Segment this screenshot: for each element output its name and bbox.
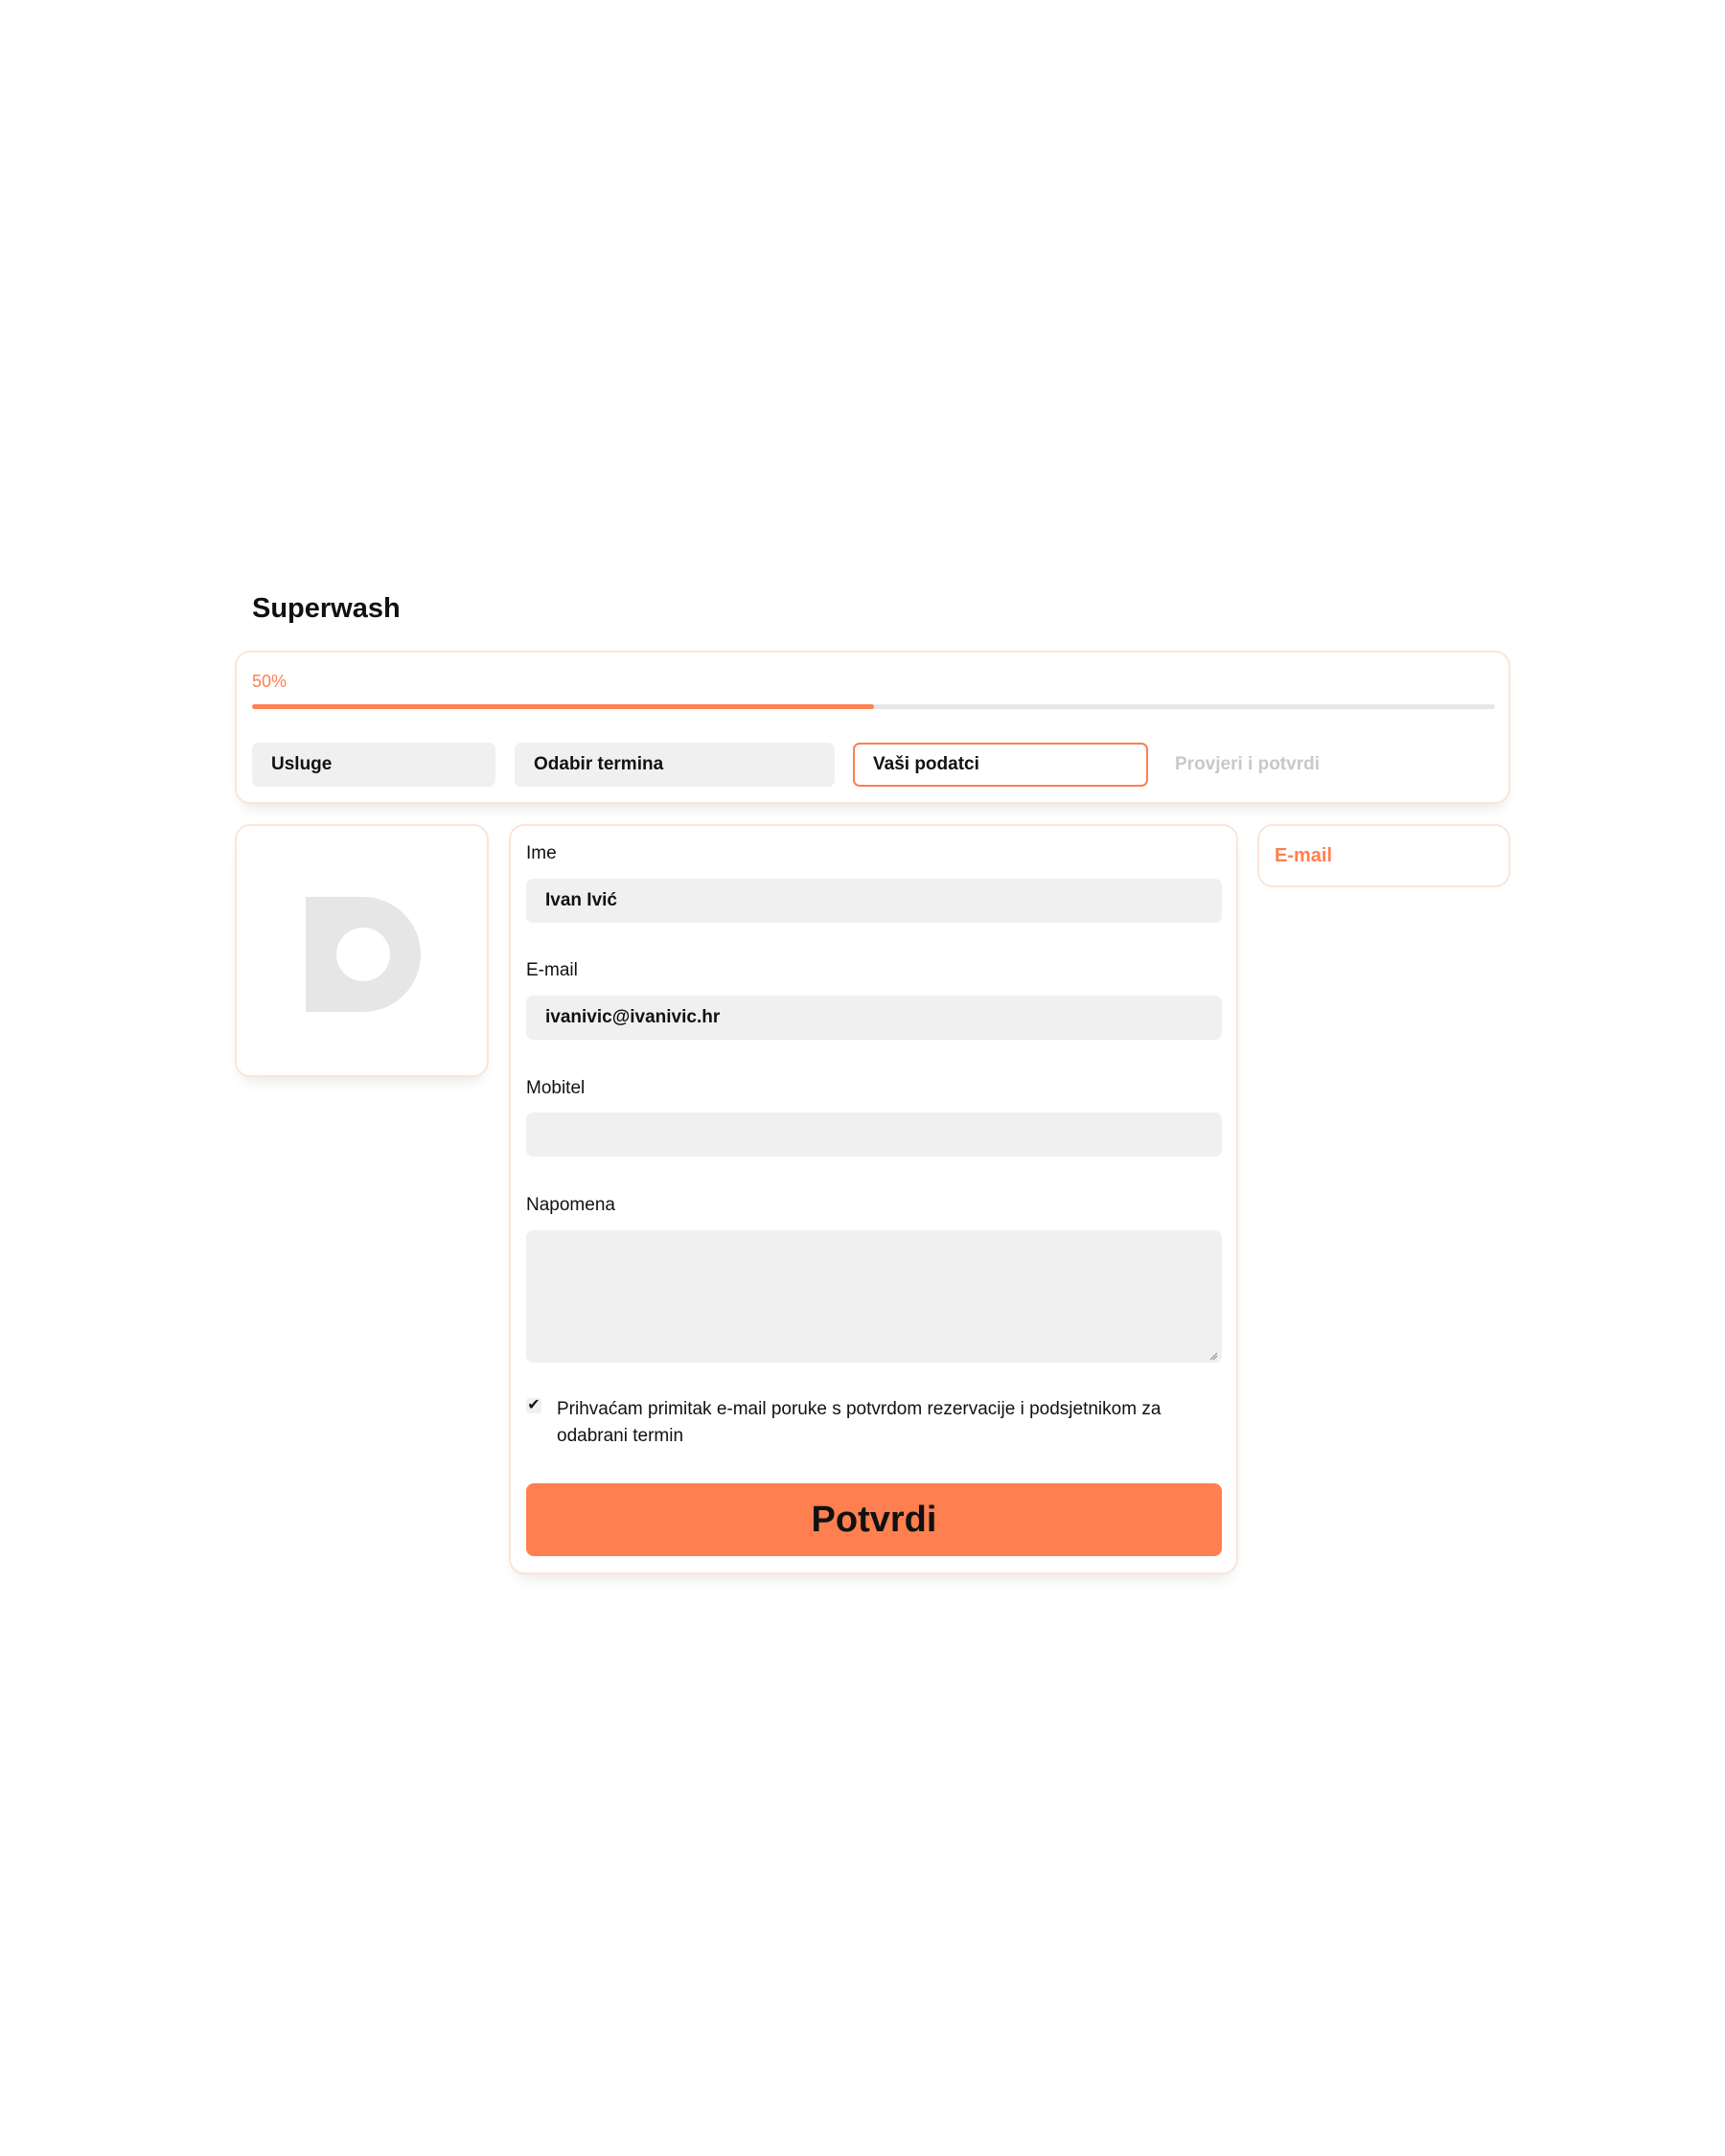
note-field[interactable] — [526, 1230, 1222, 1363]
name-field[interactable] — [526, 879, 1222, 923]
mobile-label: Mobitel — [526, 1078, 586, 1098]
contact-card[interactable]: E-mail — [1257, 824, 1510, 887]
mobile-field[interactable] — [526, 1112, 1222, 1157]
submit-button[interactable]: Potvrdi — [526, 1483, 1222, 1556]
customer-details-form: Ime E-mail Mobitel Napomena ✔ Prihvaćam … — [509, 824, 1238, 1574]
step-provjeri-i-potvrdi: Provjeri i potvrdi — [1175, 754, 1320, 774]
step-vasi-podatci[interactable]: Vaši podatci — [853, 743, 1148, 787]
progress-card: 50% Usluge Odabir termina Vaši podatci P… — [235, 651, 1510, 804]
contact-email-label[interactable]: E-mail — [1275, 845, 1332, 867]
business-logo-card — [235, 824, 489, 1077]
progress-bar — [252, 704, 1495, 709]
note-field-wrapper — [511, 1230, 1236, 1365]
note-label: Napomena — [526, 1195, 615, 1215]
email-field[interactable] — [526, 996, 1222, 1040]
name-label: Ime — [526, 843, 557, 863]
check-icon: ✔ — [527, 1397, 540, 1413]
consent-label: Prihvaćam primitak e-mail poruke s potvr… — [557, 1399, 1162, 1446]
page-title: Superwash — [252, 593, 401, 624]
consent-checkbox[interactable]: ✔ — [526, 1398, 541, 1413]
progress-bar-fill — [252, 704, 874, 709]
step-usluge[interactable]: Usluge — [252, 743, 495, 787]
d-logo-icon — [306, 897, 421, 1012]
email-label: E-mail — [526, 960, 578, 980]
step-odabir-termina[interactable]: Odabir termina — [515, 743, 835, 787]
resize-grip-icon[interactable] — [1208, 1351, 1218, 1361]
progress-percent: 50% — [252, 672, 288, 691]
